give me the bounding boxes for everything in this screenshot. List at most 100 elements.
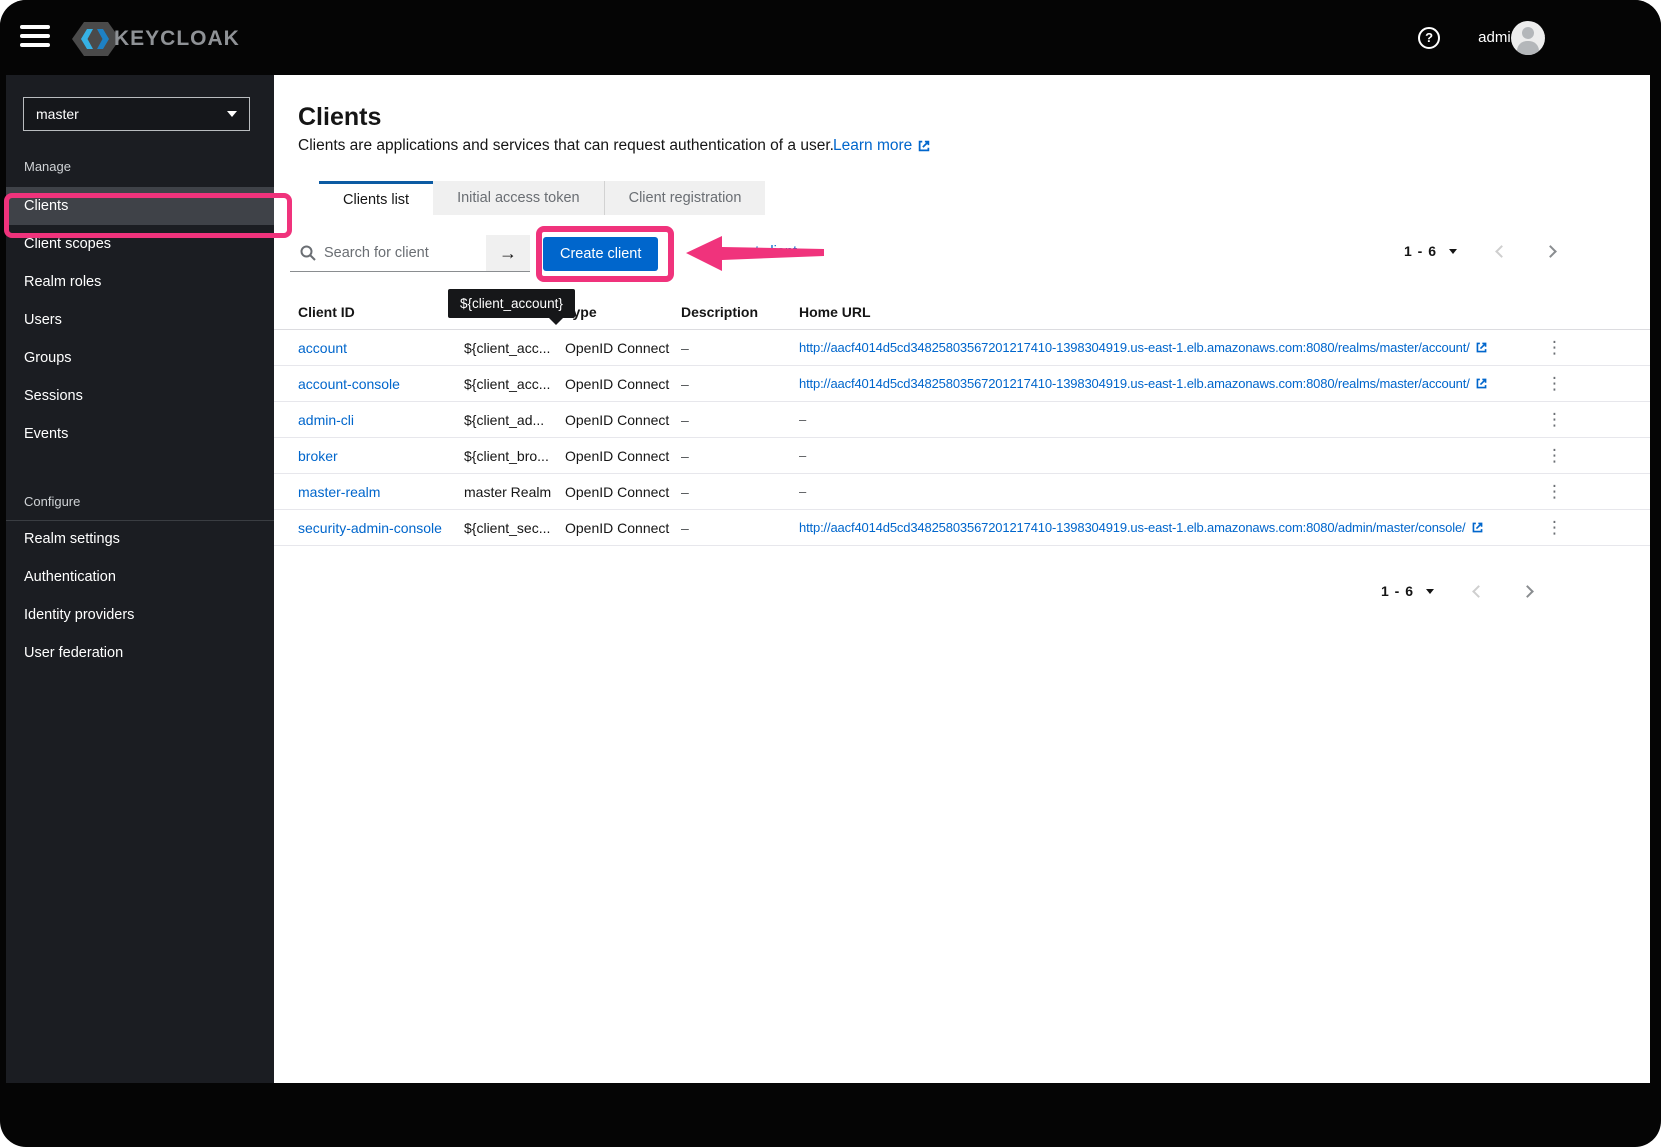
home-url-empty: – bbox=[799, 484, 807, 499]
learn-more-link[interactable]: Learn more bbox=[833, 137, 931, 155]
page-subtitle: Clients are applications and services th… bbox=[298, 137, 834, 154]
client-id-link[interactable]: account bbox=[298, 340, 347, 356]
search-group: → bbox=[290, 235, 530, 272]
chevron-down-icon bbox=[227, 111, 237, 117]
external-link-icon bbox=[919, 140, 930, 152]
realm-selector[interactable]: master bbox=[23, 97, 250, 131]
avatar[interactable] bbox=[1511, 21, 1545, 55]
row-kebab-menu-icon[interactable]: ⋮ bbox=[1546, 518, 1563, 537]
pagination-next-icon[interactable] bbox=[1521, 584, 1534, 598]
sidebar-item-client-scopes[interactable]: Client scopes bbox=[6, 225, 274, 263]
row-kebab-menu-icon[interactable]: ⋮ bbox=[1546, 374, 1563, 393]
tooltip-text: ${client_account} bbox=[460, 296, 563, 311]
row-kebab-menu-icon[interactable]: ⋮ bbox=[1546, 482, 1563, 501]
tab-clients-list[interactable]: Clients list bbox=[319, 181, 434, 215]
sidebar-item-groups[interactable]: Groups bbox=[6, 339, 274, 377]
pagination-prev-icon[interactable] bbox=[1495, 244, 1508, 258]
search-icon bbox=[300, 245, 316, 261]
pagination-bottom: 1 - 6 bbox=[1381, 583, 1534, 599]
sidebar-item-sessions[interactable]: Sessions bbox=[6, 377, 274, 415]
sidebar-item-clients[interactable]: Clients bbox=[6, 187, 274, 225]
brand-text: KEYCLOAK bbox=[114, 27, 240, 50]
client-type: OpenID Connect bbox=[565, 483, 670, 500]
client-description: – bbox=[681, 339, 689, 356]
pagination-prev-icon[interactable] bbox=[1472, 584, 1485, 598]
search-submit-button[interactable]: → bbox=[486, 235, 530, 272]
sidebar-item-users[interactable]: Users bbox=[6, 301, 274, 339]
row-kebab-menu-icon[interactable]: ⋮ bbox=[1546, 338, 1563, 357]
pagination-caret-icon[interactable] bbox=[1426, 588, 1435, 594]
external-link-icon bbox=[1476, 378, 1487, 389]
col-home-url[interactable]: Home URL bbox=[799, 304, 1546, 320]
table-row: admin-cli ${client_ad... OpenID Connect … bbox=[274, 402, 1650, 438]
clients-table: Client ID Type Description Home URL acco… bbox=[274, 295, 1650, 546]
hamburger-menu-icon[interactable] bbox=[20, 25, 50, 51]
client-name: master Realm bbox=[464, 483, 552, 500]
table-row: broker ${client_bro... OpenID Connect – … bbox=[274, 438, 1650, 474]
tab-client-registration[interactable]: Client registration bbox=[603, 181, 766, 215]
client-name: ${client_ad... bbox=[464, 411, 545, 428]
nav-section-manage: Manage bbox=[24, 159, 71, 174]
tab-bar: Clients list Initial access token Client… bbox=[319, 181, 766, 215]
realm-selector-value: master bbox=[36, 106, 79, 122]
col-client-id[interactable]: Client ID bbox=[298, 304, 464, 320]
client-description: – bbox=[681, 411, 689, 428]
home-url-empty: – bbox=[799, 412, 807, 427]
client-type: OpenID Connect bbox=[565, 447, 670, 464]
sidebar: master Manage Clients Client scopes Real… bbox=[6, 75, 274, 1083]
keycloak-logo[interactable]: KEYCLOAK bbox=[70, 19, 240, 59]
client-id-link[interactable]: account-console bbox=[298, 376, 400, 392]
tab-initial-access-token[interactable]: Initial access token bbox=[433, 181, 604, 215]
table-row: security-admin-console ${client_sec... O… bbox=[274, 510, 1650, 546]
tooltip-caret bbox=[548, 317, 564, 325]
pagination-range[interactable]: 1 - 6 bbox=[1381, 583, 1414, 599]
client-description: – bbox=[681, 447, 689, 464]
client-description: – bbox=[681, 375, 689, 392]
pagination-top: 1 - 6 bbox=[1404, 243, 1557, 259]
home-url-link[interactable]: http://aacf4014d5cd34825803567201217410-… bbox=[799, 376, 1470, 391]
col-type[interactable]: Type bbox=[565, 304, 681, 320]
table-row: master-realm master Realm OpenID Connect… bbox=[274, 474, 1650, 510]
client-id-link[interactable]: broker bbox=[298, 448, 338, 464]
table-row: account ${client_acc... OpenID Connect –… bbox=[274, 330, 1650, 366]
masthead: KEYCLOAK ? admin bbox=[0, 0, 1661, 75]
client-id-link[interactable]: admin-cli bbox=[298, 412, 354, 428]
sidebar-item-identity-providers[interactable]: Identity providers bbox=[6, 596, 274, 634]
client-type: OpenID Connect bbox=[565, 339, 670, 356]
client-description: – bbox=[681, 483, 689, 500]
external-link-icon bbox=[1472, 522, 1482, 533]
row-kebab-menu-icon[interactable]: ⋮ bbox=[1546, 410, 1563, 429]
client-type: OpenID Connect bbox=[565, 411, 670, 428]
table-row: account-console ${client_acc... OpenID C… bbox=[274, 366, 1650, 402]
search-input[interactable] bbox=[290, 235, 486, 272]
client-description: – bbox=[681, 519, 689, 536]
external-link-icon bbox=[1476, 342, 1487, 353]
client-type: OpenID Connect bbox=[565, 375, 670, 392]
page-title: Clients bbox=[298, 103, 382, 131]
import-client-link[interactable]: Import client bbox=[718, 244, 797, 260]
sidebar-item-authentication[interactable]: Authentication bbox=[6, 558, 274, 596]
pagination-next-icon[interactable] bbox=[1544, 244, 1557, 258]
pagination-range[interactable]: 1 - 6 bbox=[1404, 243, 1437, 259]
sidebar-item-events[interactable]: Events bbox=[6, 415, 274, 453]
app-window: KEYCLOAK ? admin master Manage Clients C… bbox=[0, 0, 1661, 1147]
client-id-link[interactable]: security-admin-console bbox=[298, 520, 442, 536]
row-kebab-menu-icon[interactable]: ⋮ bbox=[1546, 446, 1563, 465]
home-url-link[interactable]: http://aacf4014d5cd34825803567201217410-… bbox=[799, 340, 1470, 355]
main-content: Clients Clients are applications and ser… bbox=[274, 75, 1650, 1083]
client-name: ${client_bro... bbox=[464, 447, 549, 464]
sidebar-item-realm-roles[interactable]: Realm roles bbox=[6, 263, 274, 301]
home-url-link[interactable]: http://aacf4014d5cd34825803567201217410-… bbox=[799, 520, 1466, 535]
client-type: OpenID Connect bbox=[565, 519, 670, 536]
col-description[interactable]: Description bbox=[681, 304, 799, 320]
client-name: ${client_acc... bbox=[464, 375, 551, 392]
pagination-caret-icon[interactable] bbox=[1449, 248, 1458, 254]
client-name: ${client_acc... bbox=[464, 339, 551, 356]
help-icon[interactable]: ? bbox=[1418, 26, 1441, 49]
create-client-button[interactable]: Create client bbox=[543, 237, 659, 271]
sidebar-item-realm-settings[interactable]: Realm settings bbox=[6, 520, 274, 558]
nav-section-configure: Configure bbox=[24, 494, 81, 509]
sidebar-item-user-federation[interactable]: User federation bbox=[6, 634, 274, 672]
tooltip: ${client_account} bbox=[448, 289, 575, 325]
client-id-link[interactable]: master-realm bbox=[298, 484, 380, 500]
